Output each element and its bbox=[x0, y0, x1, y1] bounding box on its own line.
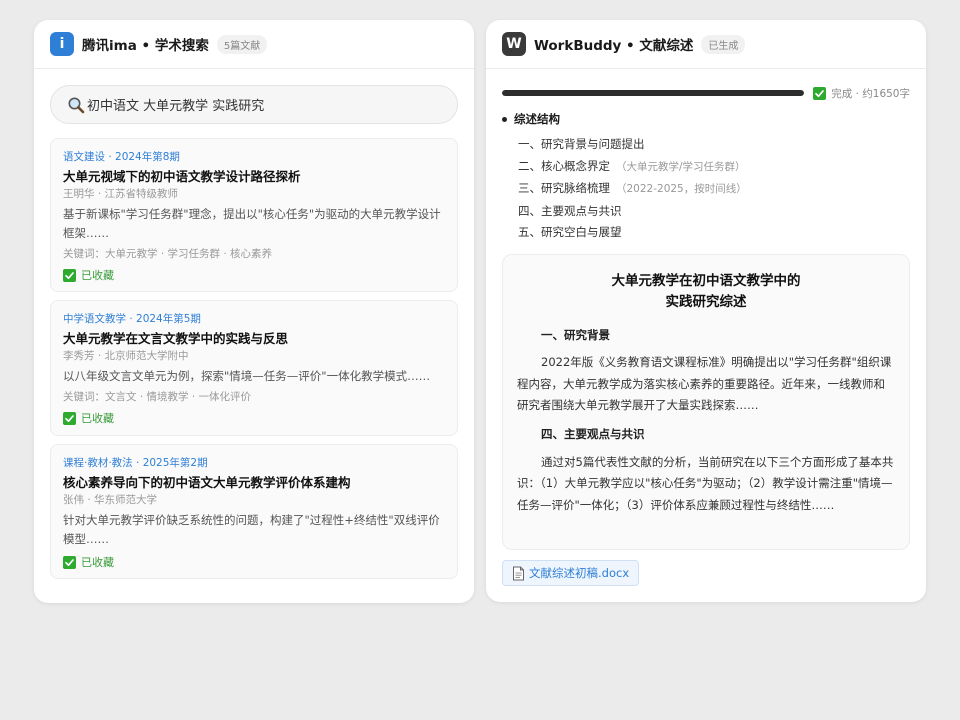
result-source: 中学语文教学 · 2024年第5期 bbox=[63, 313, 201, 325]
saved-indicator[interactable]: 已收藏 bbox=[63, 267, 445, 283]
search-query-text: 初中语文 大单元教学 实践研究 bbox=[87, 99, 265, 114]
result-abstract: 以八年级文言文单元为例，探索"情境—任务—评价"一体化教学模式…… bbox=[63, 369, 431, 383]
outline-item-label: 四、主要观点与共识 bbox=[518, 203, 622, 218]
progress-status: 完成 · 约1650字 bbox=[813, 86, 910, 101]
outline-item[interactable]: 一、研究背景与问题提出 bbox=[518, 134, 747, 156]
result-title[interactable]: 大单元视域下的初中语文教学设计路径探析 bbox=[63, 167, 445, 187]
search-icon[interactable] bbox=[67, 96, 85, 114]
section-paragraph: 通过对5篇代表性文献的分析，当前研究在以下三个方面形成了基本共识：（1）大单元教… bbox=[517, 454, 894, 512]
section-heading: 一、研究背景 bbox=[541, 328, 610, 342]
outline-item-label: 二、核心概念界定 bbox=[518, 158, 610, 173]
document-title: 大单元教学在初中语文教学中的 实践研究综述 bbox=[517, 271, 895, 313]
review-panel-header: W WorkBuddy • 文献综述 已生成 bbox=[486, 20, 926, 69]
bullet-icon bbox=[502, 116, 507, 122]
outline-item[interactable]: 四、主要观点与共识 bbox=[518, 201, 747, 223]
generated-badge: 已生成 bbox=[701, 34, 746, 54]
checkmark-icon bbox=[63, 411, 76, 425]
saved-label: 已收藏 bbox=[81, 269, 114, 282]
search-panel-title: 腾讯ima • 学术搜索 bbox=[82, 38, 209, 54]
ima-app-icon: i bbox=[50, 32, 74, 56]
search-input[interactable]: 初中语文 大单元教学 实践研究 bbox=[50, 85, 458, 124]
result-author: 李秀芳 · 北京师范大学附中 bbox=[63, 350, 189, 362]
saved-label: 已收藏 bbox=[81, 556, 114, 569]
outline-heading-text: 综述结构 bbox=[514, 112, 560, 126]
result-source: 课程·教材·教法 · 2025年第2期 bbox=[63, 457, 208, 469]
search-result-card[interactable]: 中学语文教学 · 2024年第5期 大单元教学在文言文教学中的实践与反思 李秀芳… bbox=[50, 300, 458, 436]
outline-item-label: 一、研究背景与问题提出 bbox=[518, 137, 645, 151]
progress-status-text: 完成 · 约1650字 bbox=[831, 87, 910, 100]
outline-item[interactable]: 二、核心概念界定 （大单元教学/学习任务群） bbox=[518, 156, 747, 179]
search-result-card[interactable]: 语文建设 · 2024年第8期 大单元视域下的初中语文教学设计路径探析 王明华 … bbox=[50, 138, 458, 292]
result-author: 王明华 · 江苏省特级教师 bbox=[63, 188, 179, 200]
outline-item[interactable]: 五、研究空白与展望 bbox=[518, 222, 747, 244]
section-heading: 四、主要观点与共识 bbox=[541, 426, 645, 441]
file-name: 文献综述初稿.docx bbox=[529, 566, 630, 580]
progress-bar bbox=[502, 90, 805, 96]
result-author: 张伟 · 华东师范大学 bbox=[63, 494, 158, 506]
search-result-card[interactable]: 课程·教材·教法 · 2025年第2期 核心素养导向下的初中语文大单元教学评价体… bbox=[50, 444, 458, 579]
search-panel-header: i 腾讯ima • 学术搜索 5篇文献 bbox=[34, 20, 474, 69]
outline-item-note: （2022-2025，按时间线） bbox=[616, 183, 747, 195]
document-icon bbox=[512, 566, 525, 581]
result-title[interactable]: 大单元教学在文言文教学中的实践与反思 bbox=[63, 329, 445, 349]
outline-item[interactable]: 三、研究脉络梳理 （2022-2025，按时间线） bbox=[518, 178, 747, 201]
generation-progress: 完成 · 约1650字 bbox=[502, 84, 910, 102]
outline-item-label: 五、研究空白与展望 bbox=[518, 225, 622, 239]
outline-item-label: 三、研究脉络梳理 bbox=[518, 181, 610, 195]
docx-file-attachment[interactable]: 文献综述初稿.docx bbox=[502, 560, 640, 586]
result-keywords: 关键词：文言文 · 情境教学 · 一体化评价 bbox=[63, 391, 252, 403]
outline-list: 一、研究背景与问题提出 二、核心概念界定 （大单元教学/学习任务群） 三、研究脉络… bbox=[518, 134, 747, 244]
search-panel: i 腾讯ima • 学术搜索 5篇文献 初中语文 大单元教学 实践研究 语文建设… bbox=[34, 20, 474, 603]
result-abstract: 针对大单元教学评价缺乏系统性的问题，构建了"过程性+终结性"双线评价模型…… bbox=[63, 513, 440, 546]
workbuddy-app-icon: W bbox=[502, 32, 526, 56]
saved-label: 已收藏 bbox=[81, 412, 114, 425]
review-panel: W WorkBuddy • 文献综述 已生成 完成 · 约1650字 综述结构 … bbox=[486, 20, 926, 602]
saved-indicator[interactable]: 已收藏 bbox=[63, 554, 445, 570]
result-title[interactable]: 核心素养导向下的初中语文大单元教学评价体系建构 bbox=[63, 473, 445, 493]
checkmark-icon bbox=[63, 555, 76, 569]
result-source: 语文建设 · 2024年第8期 bbox=[63, 151, 180, 163]
review-panel-title: WorkBuddy • 文献综述 bbox=[534, 38, 694, 54]
checkmark-icon bbox=[63, 268, 76, 282]
outline-item-note: （大单元教学/学习任务群） bbox=[616, 160, 746, 173]
document-title-line2: 实践研究综述 bbox=[665, 294, 747, 310]
checkmark-icon bbox=[813, 86, 827, 100]
saved-indicator[interactable]: 已收藏 bbox=[63, 410, 445, 426]
review-document-preview[interactable]: 大单元教学在初中语文教学中的 实践研究综述 一、研究背景 2022年版《义务教育… bbox=[502, 254, 910, 550]
outline-heading: 综述结构 bbox=[502, 111, 560, 127]
progress-bar-fill bbox=[502, 90, 805, 96]
result-count-badge: 5篇文献 bbox=[216, 34, 268, 54]
result-keywords: 关键词：大单元教学 · 学习任务群 · 核心素养 bbox=[63, 248, 273, 260]
result-abstract: 基于新课标"学习任务群"理念，提出以"核心任务"为驱动的大单元教学设计框架…… bbox=[63, 207, 441, 240]
document-title-line1: 大单元教学在初中语文教学中的 bbox=[611, 273, 801, 289]
section-paragraph: 2022年版《义务教育语文课程标准》明确提出以"学习任务群"组织课程内容，大单元… bbox=[517, 355, 892, 412]
